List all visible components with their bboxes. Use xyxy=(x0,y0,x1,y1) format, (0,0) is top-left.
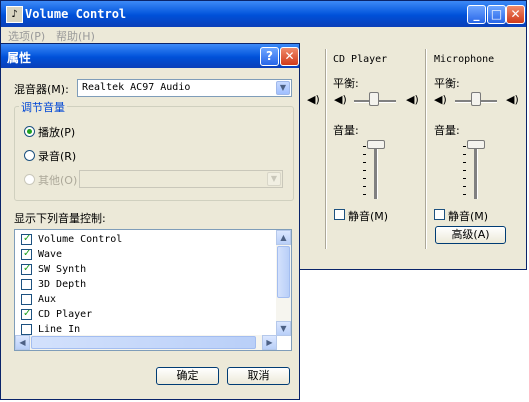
control-checkbox[interactable]: ✓ xyxy=(21,248,32,260)
radio-other[interactable] xyxy=(24,174,35,185)
volume-label: 音量: xyxy=(333,124,359,137)
channel-divider xyxy=(325,49,327,249)
advanced-button[interactable]: 高级(A) xyxy=(435,226,506,244)
mute-checkbox-cd-player[interactable] xyxy=(334,209,345,220)
speaker-left-icon: ◀) xyxy=(434,93,447,106)
chevron-down-icon: ▼ xyxy=(276,81,290,95)
checkmark-icon: ✓ xyxy=(23,233,32,244)
volume-slider-cd-player[interactable] xyxy=(367,140,385,149)
scroll-up-button[interactable]: ▲ xyxy=(276,230,291,245)
maximize-button[interactable]: □ xyxy=(487,5,506,24)
mute-label: 静音(M) xyxy=(348,210,389,223)
volume-track xyxy=(474,141,478,199)
menu-help[interactable]: 帮助(H) xyxy=(56,28,95,44)
control-checkbox[interactable]: ✓ xyxy=(21,233,32,245)
volume-label: 音量: xyxy=(434,124,460,137)
volume-ticks xyxy=(363,146,366,202)
scroll-left-button[interactable]: ◀ xyxy=(15,335,30,350)
control-label: Volume Control xyxy=(38,234,123,245)
control-label: Aux xyxy=(38,294,57,305)
scroll-down-button[interactable]: ▼ xyxy=(276,321,291,336)
menu-options[interactable]: 选项(P) xyxy=(8,28,45,44)
control-label: SW Synth xyxy=(38,264,87,275)
radio-playback[interactable] xyxy=(24,126,35,137)
control-checkbox[interactable] xyxy=(21,294,32,305)
volume-ticks xyxy=(463,146,466,202)
mute-label: 静音(M) xyxy=(448,210,489,223)
volume-track xyxy=(374,141,378,199)
cancel-button[interactable]: 取消 xyxy=(227,367,290,385)
control-checkbox[interactable] xyxy=(21,279,32,290)
radio-recording-label: 录音(R) xyxy=(38,150,77,163)
other-device-select[interactable]: ▼ xyxy=(79,170,283,188)
control-checkbox[interactable] xyxy=(21,324,32,335)
control-label: Wave xyxy=(38,249,63,260)
control-checkbox[interactable]: ✓ xyxy=(21,308,32,320)
radio-recording[interactable] xyxy=(24,150,35,161)
help-button[interactable]: ? xyxy=(260,47,279,66)
balance-label: 平衡: xyxy=(434,77,460,90)
checkmark-icon: ✓ xyxy=(23,308,32,319)
menu-bar: 选项(P) 帮助(H) xyxy=(1,27,526,43)
balance-label: 平衡: xyxy=(333,77,359,90)
speaker-icon: ◀) xyxy=(307,93,320,106)
scroll-right-button[interactable]: ▶ xyxy=(262,335,277,350)
chevron-down-icon: ▼ xyxy=(267,172,281,186)
dialog-title: 属性 xyxy=(7,51,32,65)
app-icon: ♪ xyxy=(6,6,23,23)
mixer-label: 混音器(M): xyxy=(14,83,69,96)
mixer-value: Realtek AC97 Audio xyxy=(82,82,191,93)
adjust-volume-legend: 调节音量 xyxy=(19,99,67,115)
list-label: 显示下列音量控制: xyxy=(14,212,106,225)
mute-checkbox-microphone[interactable] xyxy=(434,209,445,220)
control-checkbox[interactable]: ✓ xyxy=(21,263,32,275)
speaker-left-icon: ◀) xyxy=(334,93,347,106)
balance-slider-cd-player[interactable] xyxy=(369,92,379,106)
balance-slider-microphone[interactable] xyxy=(471,92,481,106)
channel-title-microphone: Microphone xyxy=(434,54,495,65)
dialog-close-button[interactable]: ✕ xyxy=(280,47,299,66)
properties-dialog: 属性 ? ✕ 混音器(M): Realtek AC97 Audio ▼ 调节音量… xyxy=(0,43,300,400)
speaker-right-icon: ◀) xyxy=(406,93,419,106)
vertical-scrollbar[interactable]: ▲ ▼ xyxy=(276,230,291,336)
checkmark-icon: ✓ xyxy=(23,248,32,259)
speaker-right-icon: ◀) xyxy=(506,93,519,106)
minimize-button[interactable]: _ xyxy=(467,5,486,24)
channel-title-cd-player: CD Player xyxy=(333,54,388,65)
hscroll-thumb[interactable] xyxy=(31,336,256,349)
radio-playback-label: 播放(P) xyxy=(38,126,76,139)
control-label: 3D Depth xyxy=(38,279,87,290)
ok-button[interactable]: 确定 xyxy=(156,367,219,385)
channel-divider xyxy=(425,49,427,249)
control-label: Line In xyxy=(38,324,81,335)
close-button[interactable]: ✕ xyxy=(506,5,525,24)
main-titlebar[interactable]: ♪ Volume Control _ □ ✕ xyxy=(1,1,526,27)
control-label: CD Player xyxy=(38,309,93,320)
volume-slider-microphone[interactable] xyxy=(467,140,485,149)
mixer-select[interactable]: Realtek AC97 Audio ▼ xyxy=(77,79,292,97)
scroll-thumb[interactable] xyxy=(277,246,290,298)
horizontal-scrollbar[interactable]: ◀ ▶ xyxy=(15,335,277,350)
dialog-titlebar[interactable]: 属性 ? ✕ xyxy=(1,44,299,68)
controls-list[interactable]: ✓ Volume Control ✓ Wave ✓ SW Synth 3D De… xyxy=(14,229,292,351)
checkmark-icon: ✓ xyxy=(23,263,32,274)
window-title: Volume Control xyxy=(25,7,127,21)
radio-other-label: 其他(O) xyxy=(38,174,78,187)
